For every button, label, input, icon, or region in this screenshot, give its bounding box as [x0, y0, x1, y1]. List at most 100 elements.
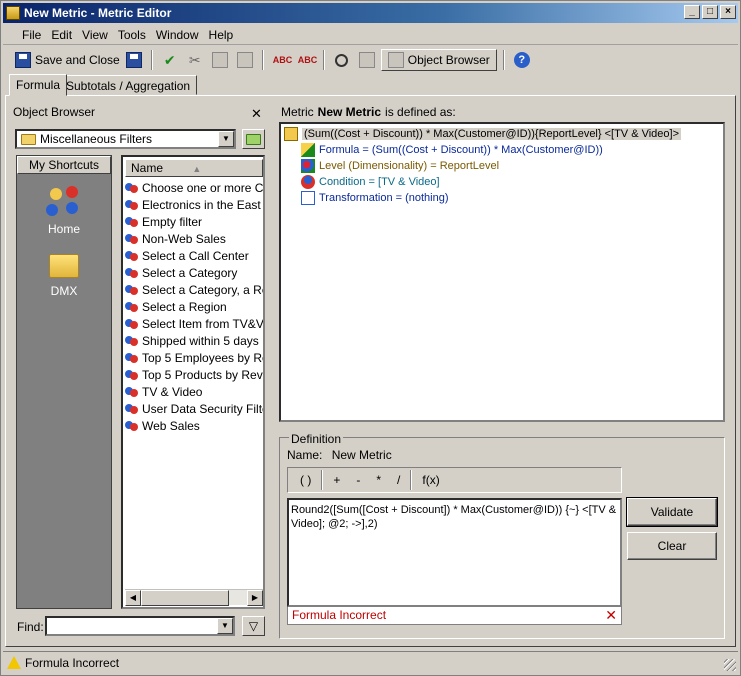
filter-icon — [125, 266, 139, 280]
divide-button[interactable]: / — [389, 470, 408, 490]
folder-combobox[interactable]: Miscellaneous Filters ▼ — [15, 129, 236, 149]
menu-window[interactable]: Window — [151, 28, 204, 42]
parentheses-button[interactable]: ( ) — [292, 470, 319, 490]
list-item[interactable]: Select Item from TV&Vide — [125, 315, 263, 332]
scroll-left-icon[interactable]: ◀ — [125, 590, 141, 606]
find-replace-button[interactable] — [356, 49, 378, 71]
menu-file[interactable]: File — [17, 28, 46, 42]
find-input[interactable]: ▼ — [45, 616, 235, 636]
operator-separator — [410, 470, 413, 490]
object-browser-button[interactable]: Object Browser — [380, 49, 497, 71]
tree-level-label: Level (Dimensionality) = ReportLevel — [319, 160, 500, 172]
close-button[interactable]: × — [720, 5, 736, 19]
clear-button[interactable]: Clear — [627, 532, 717, 560]
list-item[interactable]: Empty filter — [125, 213, 263, 230]
filter-icon — [125, 385, 139, 399]
list-item[interactable]: Select a Region — [125, 298, 263, 315]
list-item-label: Non-Web Sales — [142, 231, 226, 246]
abc-icon: ABC — [272, 55, 293, 65]
list-item[interactable]: Non-Web Sales — [125, 230, 263, 247]
menu-bar: File Edit View Tools Window Help — [3, 25, 738, 45]
plus-button[interactable]: + — [325, 470, 348, 490]
list-item[interactable]: Shipped within 5 days — [125, 332, 263, 349]
find-button[interactable] — [331, 49, 353, 71]
menu-view[interactable]: View — [77, 28, 113, 42]
tab-subtotals-aggregation[interactable]: Subtotals / Aggregation — [59, 75, 198, 95]
minus-button[interactable]: - — [348, 470, 368, 490]
shortcut-home[interactable]: Home — [17, 186, 111, 236]
object-browser-close-icon[interactable]: ✕ — [251, 106, 262, 122]
find-filter-button[interactable]: ▽ — [242, 616, 265, 636]
tree-condition[interactable]: Condition = [TV & Video] — [301, 174, 440, 190]
menu-edit[interactable]: Edit — [46, 28, 77, 42]
metric-definition-tree[interactable]: (Sum((Cost + Discount)) * Max(Customer@I… — [279, 122, 725, 422]
toolbar-separator — [150, 50, 153, 70]
toolbar: Save and Close ✔ ✂ ABC ABC Object Browse… — [3, 47, 738, 73]
list-item[interactable]: Top 5 Products by Reven — [125, 366, 263, 383]
minimize-button[interactable]: _ — [684, 5, 700, 19]
filter-icon — [125, 215, 139, 229]
filter-icon — [125, 368, 139, 382]
list-item[interactable]: Select a Call Center — [125, 247, 263, 264]
title-bar[interactable]: New Metric - Metric Editor _ □ × — [3, 3, 738, 23]
filter-icon — [125, 351, 139, 365]
list-item[interactable]: Top 5 Employees by Reve — [125, 349, 263, 366]
list-item[interactable]: Select a Category, a Reg — [125, 281, 263, 298]
list-item[interactable]: Select a Category — [125, 264, 263, 281]
filter-icon — [125, 317, 139, 331]
up-folder-icon — [246, 133, 261, 145]
column-header-name[interactable]: Name ▲ — [125, 159, 263, 177]
window-title: New Metric - Metric Editor — [24, 6, 172, 20]
metric-icon — [284, 127, 298, 141]
list-item[interactable]: Web Sales — [125, 417, 263, 434]
list-item[interactable]: Electronics in the East (cu — [125, 196, 263, 213]
chevron-down-icon[interactable]: ▼ — [218, 131, 234, 147]
shortcuts-header[interactable]: My Shortcuts — [17, 156, 111, 174]
metric-editor-window: New Metric - Metric Editor _ □ × File Ed… — [0, 0, 741, 676]
save-and-close-button[interactable]: Save and Close — [15, 49, 120, 71]
chevron-down-icon[interactable]: ▼ — [217, 618, 233, 634]
formula-status-text: Formula Incorrect — [292, 608, 387, 622]
metric-suffix: is defined as: — [385, 105, 456, 119]
list-item[interactable]: TV & Video — [125, 383, 263, 400]
spellcheck-options-button[interactable]: ABC — [295, 49, 318, 71]
operator-toolbar: ( ) + - * / f(x) — [287, 467, 622, 493]
list-item-label: Select a Region — [142, 299, 227, 314]
tree-transformation[interactable]: Transformation = (nothing) — [301, 190, 449, 206]
multiply-button[interactable]: * — [368, 470, 389, 490]
toolbar-separator — [261, 50, 264, 70]
shortcut-dmx-label: DMX — [50, 284, 78, 298]
folder-icon — [49, 254, 79, 278]
save-button[interactable] — [123, 49, 145, 71]
shortcut-dmx[interactable]: DMX — [17, 254, 111, 298]
formula-icon — [301, 143, 315, 157]
tree-root-metric[interactable]: (Sum((Cost + Discount)) * Max(Customer@I… — [284, 126, 682, 142]
tab-formula[interactable]: Formula — [9, 74, 68, 96]
cut-button[interactable]: ✂ — [184, 49, 206, 71]
validate-tool-button[interactable]: ✔ — [159, 49, 181, 71]
resize-grip-icon[interactable] — [724, 659, 736, 671]
filter-icon — [125, 181, 139, 195]
maximize-button[interactable]: □ — [702, 5, 718, 19]
toolbar-separator — [502, 50, 505, 70]
horizontal-scrollbar[interactable]: ◀ ▶ — [125, 589, 263, 606]
help-button[interactable]: ? — [511, 49, 533, 71]
tree-formula[interactable]: Formula = (Sum((Cost + Discount)) * Max(… — [301, 142, 603, 158]
formula-editor[interactable]: Round2([Sum([Cost + Discount]) * Max(Cus… — [287, 498, 622, 607]
copy-button[interactable] — [209, 49, 231, 71]
status-bar-text: Formula Incorrect — [25, 655, 120, 670]
list-item[interactable]: Choose one or more Call C — [125, 179, 263, 196]
scroll-right-icon[interactable]: ▶ — [247, 590, 263, 606]
scroll-thumb[interactable] — [141, 590, 229, 606]
spellcheck-button[interactable]: ABC — [270, 49, 293, 71]
list-item-label: Select a Call Center — [142, 248, 249, 263]
validate-button[interactable]: Validate — [626, 497, 718, 527]
list-item[interactable]: User Data Security Filter — [125, 400, 263, 417]
function-button[interactable]: f(x) — [414, 470, 447, 490]
up-folder-button[interactable] — [242, 129, 265, 149]
paste-button[interactable] — [234, 49, 256, 71]
object-list[interactable]: Name ▲ Choose one or more Call C Electron… — [121, 155, 265, 609]
menu-help[interactable]: Help — [204, 28, 239, 42]
tree-level[interactable]: Level (Dimensionality) = ReportLevel — [301, 158, 499, 174]
menu-tools[interactable]: Tools — [113, 28, 151, 42]
